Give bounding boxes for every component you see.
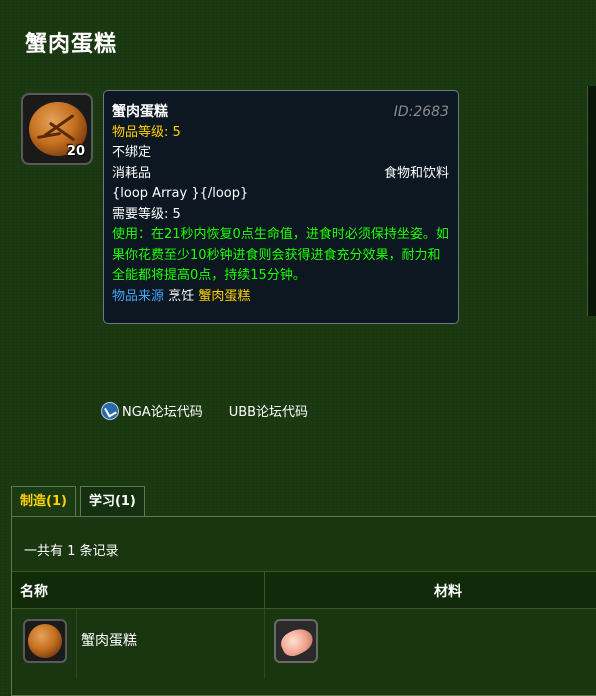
tab-craft[interactable]: 制造(1) (11, 486, 76, 516)
source-type: 烹饪 (168, 288, 195, 304)
nga-code-label: NGA论坛代码 (122, 405, 203, 420)
item-id: ID:2683 (393, 104, 449, 120)
item-category: 食物和饮料 (383, 165, 449, 181)
crab-cake-icon[interactable] (23, 619, 67, 663)
ubb-code-link[interactable]: UBB论坛代码 (229, 401, 308, 420)
use-effect: 使用：在21秒内恢复0点生命值，进食时必须保持坐姿。如果你花费至少10秒钟进食则… (112, 227, 449, 283)
tab-panel: 一共有 1 条记录 名称 材料 蟹肉蛋糕 (11, 516, 596, 696)
table-header: 名称 材料 (12, 571, 596, 609)
table-row: 蟹肉蛋糕 (12, 609, 596, 679)
tab-learn[interactable]: 学习(1) (79, 486, 145, 516)
source-label: 物品来源 (112, 288, 165, 304)
forum-code-links: NGA论坛代码 UBB论坛代码 (101, 401, 308, 420)
nga-code-link[interactable]: NGA论坛代码 (101, 401, 203, 420)
crab-meat-icon[interactable] (274, 619, 318, 663)
nga-icon (101, 401, 119, 420)
tab-bar: 制造(1) 学习(1) (11, 486, 145, 516)
record-count: 一共有 1 条记录 (24, 544, 119, 559)
item-binding: 不绑定 (112, 145, 152, 160)
item-source: 物品来源 烹饪 蟹肉蛋糕 (112, 287, 449, 308)
loop-text: {loop Array }{/loop} (112, 186, 249, 201)
stack-count: 20 (66, 144, 85, 159)
item-type: 消耗品 (112, 165, 152, 181)
header-name: 名称 (20, 584, 48, 600)
item-name: 蟹肉蛋糕 (112, 104, 168, 120)
recipe-table: 名称 材料 蟹肉蛋糕 (12, 571, 596, 679)
recipe-name[interactable]: 蟹肉蛋糕 (81, 630, 137, 650)
side-panel-edge (587, 86, 596, 316)
item-icon[interactable]: 20 (21, 93, 93, 165)
source-link[interactable]: 蟹肉蛋糕 (198, 289, 250, 304)
item-level: 物品等级: 5 (112, 124, 181, 140)
item-tooltip: 蟹肉蛋糕 ID:2683 物品等级: 5 不绑定 消耗品 食物和饮料 {loop… (103, 90, 459, 324)
page-title: 蟹肉蛋糕 (25, 32, 118, 57)
header-materials: 材料 (434, 584, 462, 600)
required-level: 需要等级: 5 (112, 206, 181, 222)
